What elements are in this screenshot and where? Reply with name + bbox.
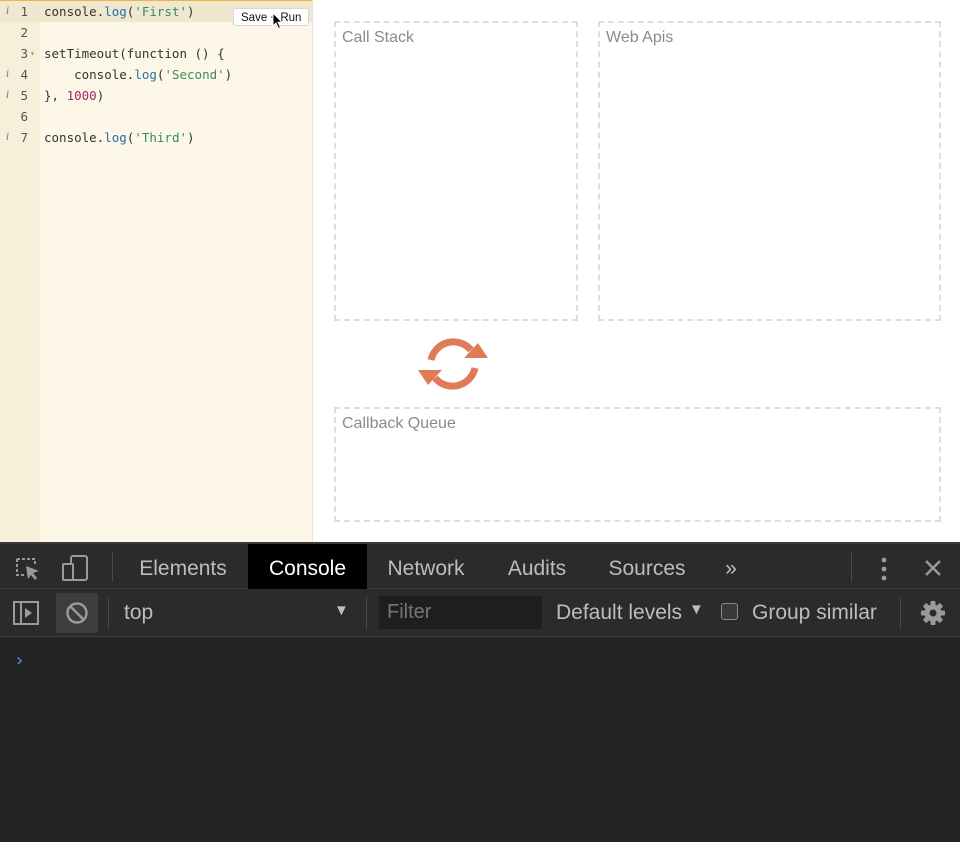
clear-console-button[interactable]: [56, 593, 98, 633]
tab-console[interactable]: Console: [248, 544, 367, 589]
toolbar-divider: [851, 552, 852, 582]
line-number: 3: [20, 46, 28, 61]
code-editor[interactable]: i 1 console.log('First') 2 3 ▾ setTimeou…: [0, 0, 313, 542]
callback-queue-panel: Callback Queue: [334, 407, 941, 522]
info-icon: i: [6, 69, 10, 80]
info-icon: i: [6, 6, 10, 17]
group-similar-label: Group similar: [752, 601, 877, 624]
line-number: 4: [20, 67, 28, 82]
toolbar-divider: [366, 597, 367, 629]
callback-queue-label: Callback Queue: [342, 415, 456, 432]
code-text: console.log('Second'): [74, 67, 233, 82]
info-icon: i: [6, 90, 10, 101]
tab-sources[interactable]: Sources: [594, 544, 700, 589]
device-toolbar-icon[interactable]: [61, 554, 89, 582]
devtools-panel: Elements Console Network Audits Sources …: [0, 542, 960, 842]
show-sidebar-icon[interactable]: [12, 600, 40, 626]
console-toolbar: top ▼ Default levels ▼ Group similar: [0, 589, 960, 637]
log-levels-dropdown[interactable]: Default levels: [556, 598, 682, 628]
code-line[interactable]: 6: [0, 106, 312, 127]
code-line[interactable]: i 5 }, 1000): [0, 85, 312, 106]
code-text: setTimeout(function () {: [44, 46, 225, 61]
code-line[interactable]: i 4 console.log('Second'): [0, 64, 312, 85]
more-tabs-icon[interactable]: »: [716, 544, 746, 589]
inspect-element-icon[interactable]: [15, 557, 41, 581]
line-number: 1: [20, 4, 28, 19]
tab-network[interactable]: Network: [370, 544, 482, 589]
code-text: console.log('First'): [44, 4, 195, 19]
refresh-cycle-icon: [418, 338, 488, 390]
clear-console-icon: [66, 602, 88, 624]
web-apis-panel: Web Apis: [598, 21, 941, 321]
call-stack-label: Call Stack: [342, 29, 415, 46]
info-icon: i: [6, 132, 10, 143]
code-text: console.log('Third'): [44, 130, 195, 145]
line-number: 2: [20, 25, 28, 40]
call-stack-panel: Call Stack: [334, 21, 578, 321]
code-text: }, 1000): [44, 88, 105, 103]
dropdown-arrow-icon[interactable]: ▼: [689, 601, 704, 618]
code-line[interactable]: i 7 console.log('Third'): [0, 127, 312, 148]
dropdown-arrow-icon[interactable]: ▼: [334, 602, 349, 619]
code-line[interactable]: 3 ▾ setTimeout(function () {: [0, 43, 312, 64]
tab-elements[interactable]: Elements: [124, 544, 242, 589]
toolbar-divider: [900, 597, 901, 629]
toolbar-divider: [108, 597, 109, 629]
devtools-tab-bar: Elements Console Network Audits Sources …: [0, 542, 960, 589]
more-options-icon[interactable]: [876, 556, 892, 582]
mouse-cursor-icon: [272, 12, 284, 30]
group-similar-checkbox[interactable]: [721, 603, 738, 620]
fold-arrow-icon[interactable]: ▾: [30, 43, 35, 64]
tab-audits[interactable]: Audits: [492, 544, 582, 589]
line-number: 7: [20, 130, 28, 145]
gear-icon[interactable]: [920, 600, 946, 626]
close-icon[interactable]: [923, 558, 943, 578]
web-apis-label: Web Apis: [606, 29, 674, 46]
context-selector[interactable]: top: [124, 598, 354, 628]
line-number: 6: [20, 109, 28, 124]
toolbar-divider: [112, 552, 113, 582]
console-prompt[interactable]: ›: [14, 650, 25, 671]
filter-input[interactable]: [379, 596, 542, 629]
line-number: 5: [20, 88, 28, 103]
